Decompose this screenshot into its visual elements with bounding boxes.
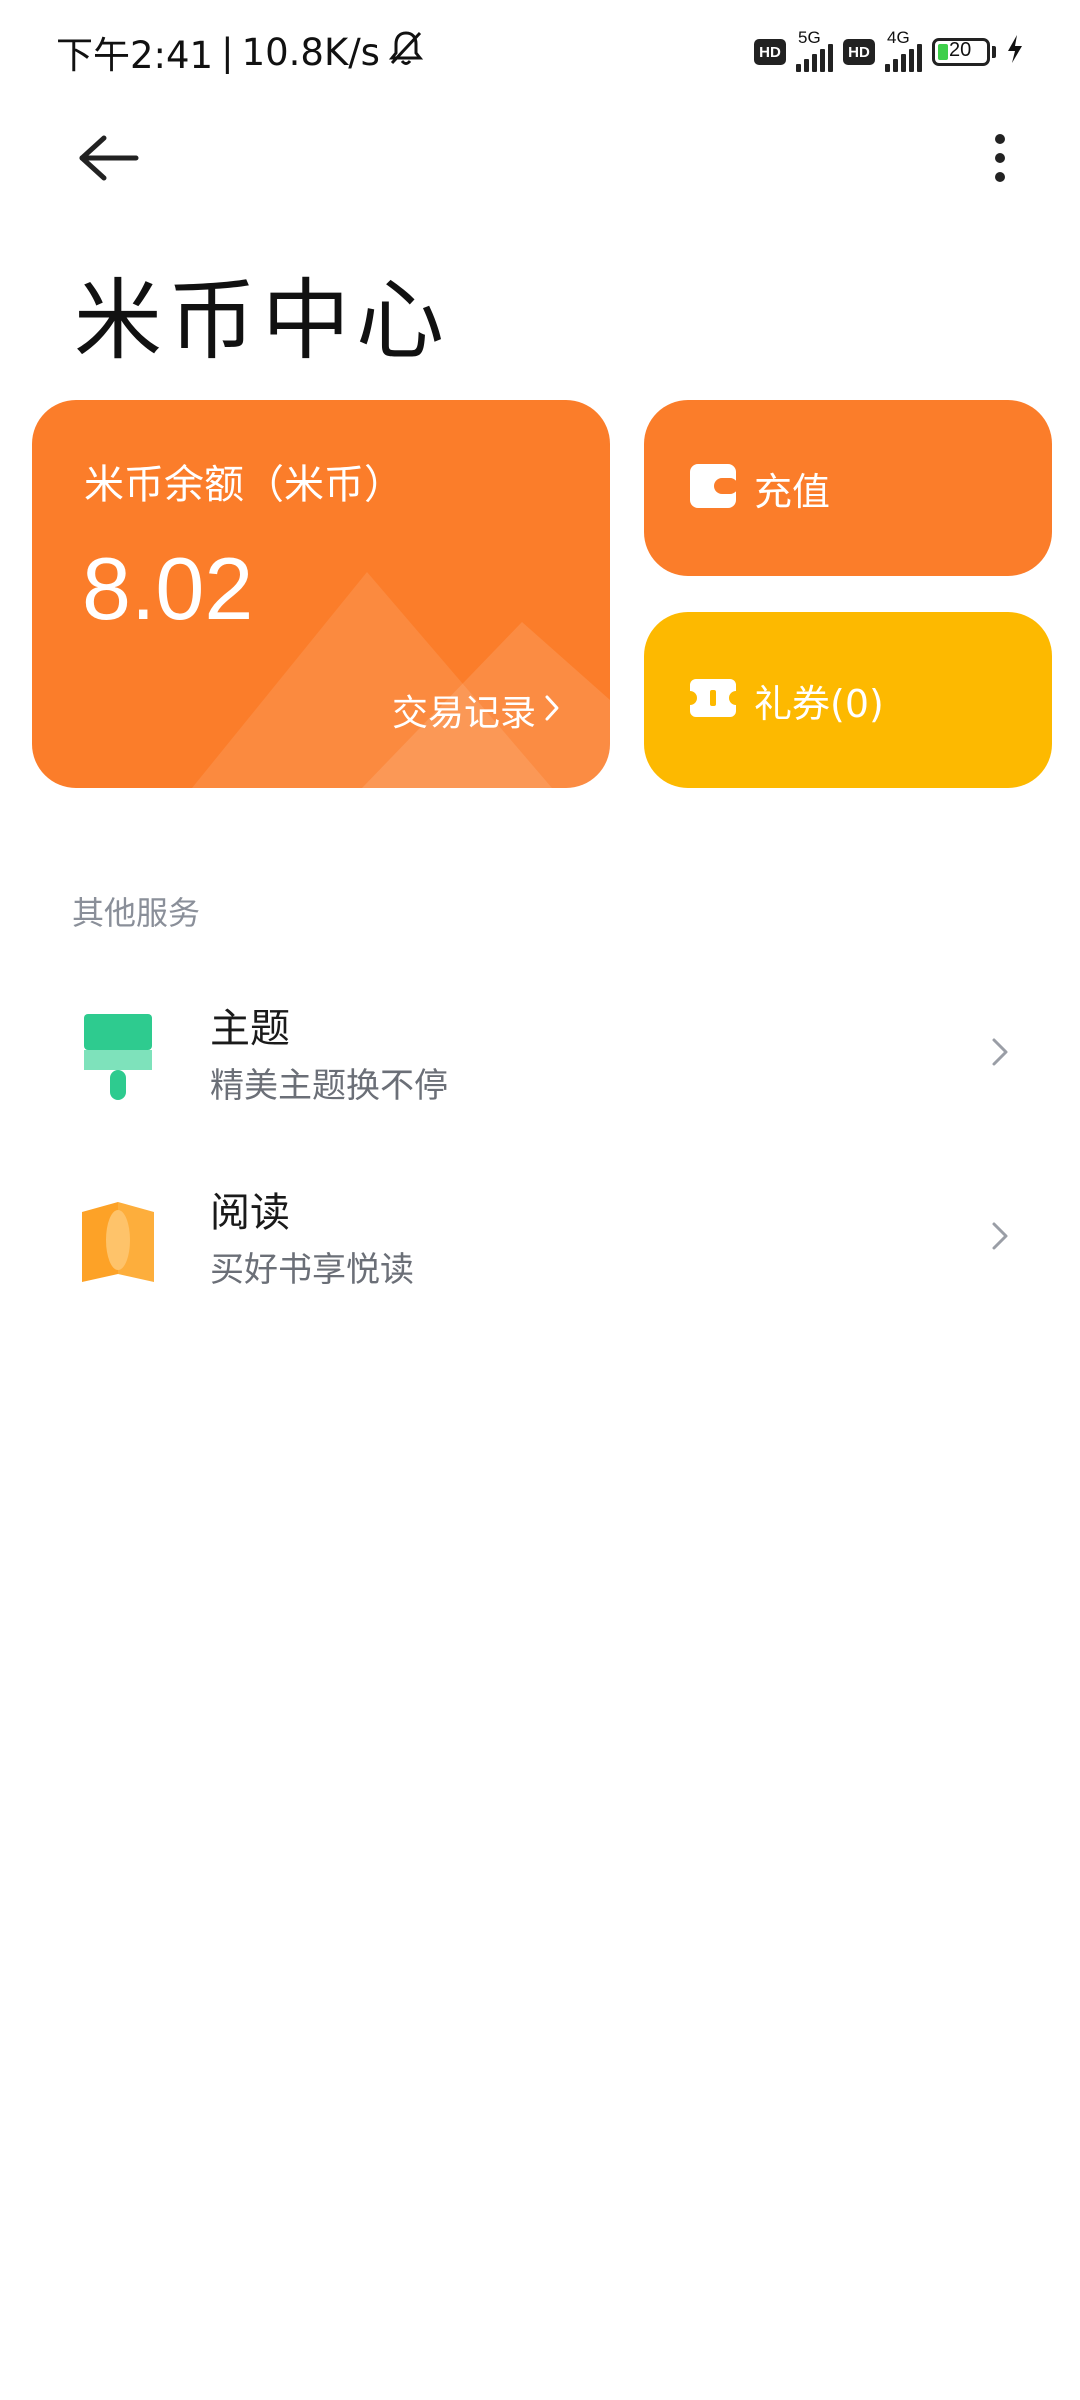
- signal-5g: 5G: [796, 28, 833, 72]
- more-vertical-icon: [993, 133, 1007, 187]
- service-item-theme[interactable]: 主题 精美主题换不停: [0, 970, 1080, 1138]
- chevron-right-icon: [544, 690, 560, 731]
- recharge-button[interactable]: 充值: [644, 400, 1052, 576]
- coupon-button[interactable]: 礼券(0): [644, 612, 1052, 788]
- transaction-records-label: 交易记录: [391, 693, 536, 734]
- network-type-label: 5G: [798, 28, 821, 47]
- book-icon: [80, 1196, 166, 1286]
- network-type-label: 4G: [887, 28, 910, 47]
- service-title: 阅读: [210, 1190, 290, 1236]
- charging-bolt-icon: [1006, 34, 1024, 71]
- balance-card[interactable]: 米币余额（米币） 8.02 交易记录: [32, 400, 610, 788]
- battery-icon: 20: [932, 38, 990, 66]
- status-network-speed: 10.8K/s: [241, 30, 380, 74]
- service-item-read[interactable]: 阅读 买好书享悦读: [0, 1154, 1080, 1322]
- recharge-label: 充值: [754, 469, 831, 514]
- ticket-icon: [690, 679, 736, 721]
- transaction-records-link[interactable]: 交易记录: [392, 684, 560, 736]
- status-time: 下午2:41: [56, 34, 214, 77]
- paint-brush-icon: [80, 1012, 166, 1102]
- more-options-button[interactable]: [968, 124, 1032, 196]
- battery-indicator: 20: [932, 38, 996, 66]
- balance-label: 米币余额（米币）: [84, 462, 404, 508]
- arrow-left-icon: [76, 134, 140, 186]
- balance-value: 8.02: [82, 539, 254, 638]
- status-left: 下午2:41 | 10.8K/s: [56, 24, 424, 80]
- section-label-other-services: 其他服务: [72, 894, 201, 932]
- status-right: HD 5G HD 4G 20: [754, 28, 1024, 76]
- battery-level: 20: [949, 39, 972, 61]
- chevron-right-icon: [984, 1032, 1014, 1072]
- coupon-label: 礼券(0): [754, 681, 884, 726]
- service-description: 买好书享悦读: [210, 1250, 414, 1290]
- hd-badge: HD: [754, 39, 786, 65]
- service-description: 精美主题换不停: [210, 1066, 448, 1106]
- hd-badge: HD: [843, 39, 875, 65]
- chevron-right-icon: [984, 1216, 1014, 1256]
- back-button[interactable]: [72, 128, 144, 192]
- status-separator: |: [221, 30, 234, 74]
- status-bar: 下午2:41 | 10.8K/s HD 5G HD 4G 20: [0, 0, 1080, 100]
- bell-off-icon: [388, 29, 424, 76]
- signal-4g: 4G: [885, 28, 922, 72]
- page-title: 米币中心: [74, 269, 451, 372]
- service-title: 主题: [210, 1006, 290, 1052]
- wallet-icon: [690, 464, 738, 512]
